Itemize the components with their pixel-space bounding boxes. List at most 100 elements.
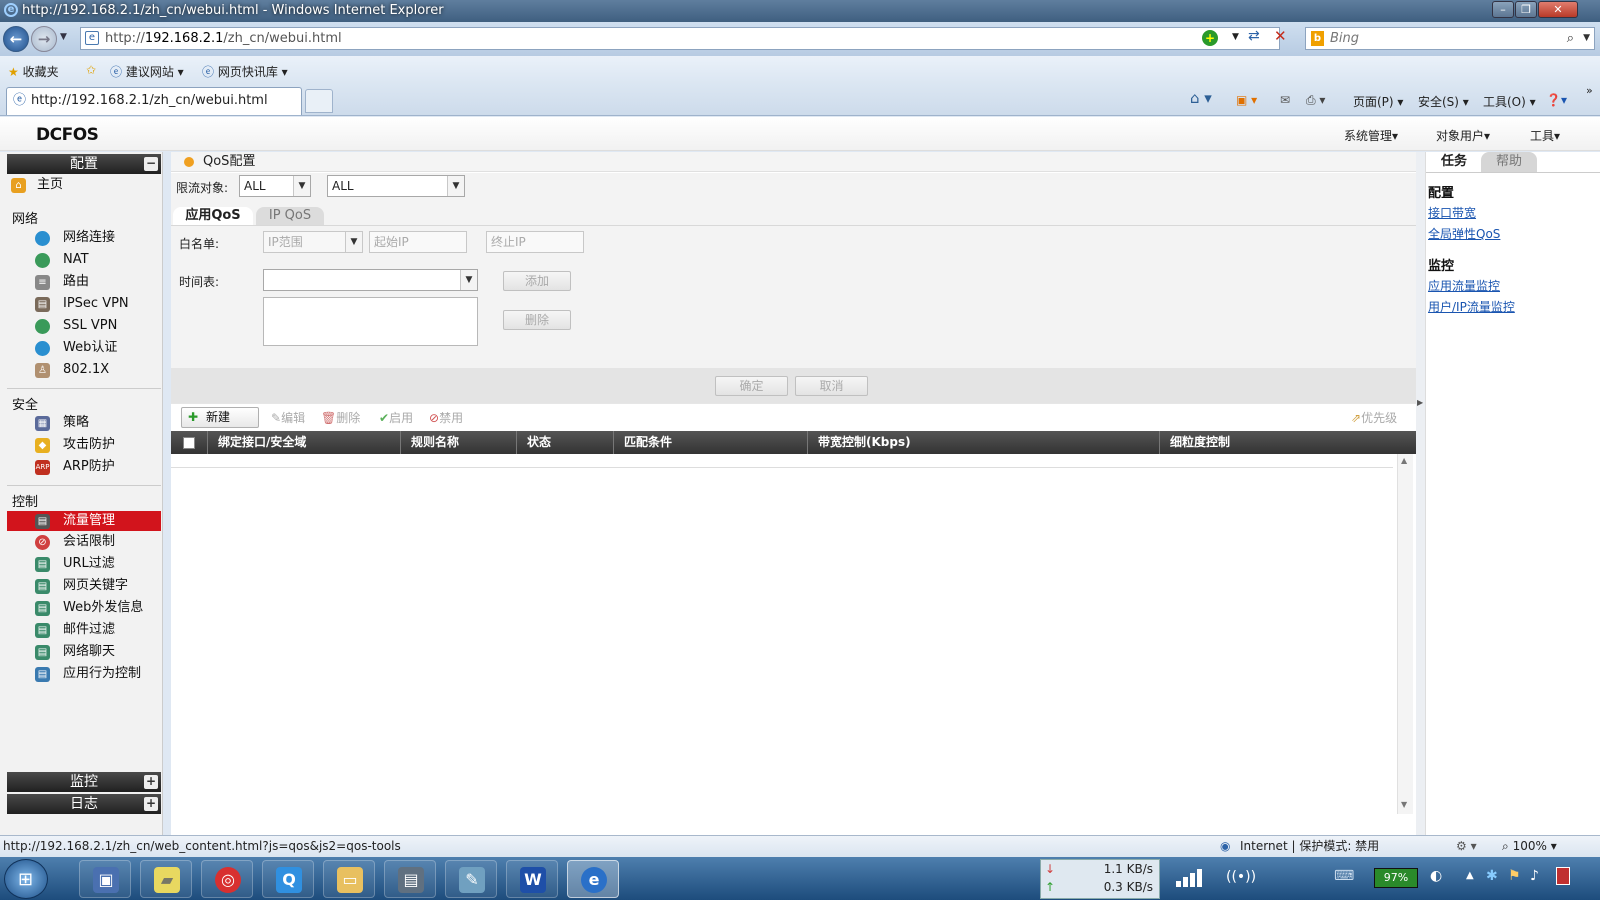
end-ip-input[interactable]: 终止IP xyxy=(486,231,584,253)
back-icon[interactable]: ← xyxy=(3,26,29,52)
print-icon[interactable]: ⎙ ▾ xyxy=(1306,93,1325,108)
expand-icon[interactable]: + xyxy=(144,775,158,789)
mail-icon[interactable]: ✉ xyxy=(1280,93,1290,107)
splitter-arrow-icon[interactable]: ▶ xyxy=(1417,398,1423,407)
web-slice-gallery-button[interactable]: ⓔ 网页快讯库 ▾ xyxy=(202,63,288,80)
search-icon[interactable]: ⌕ xyxy=(1567,28,1574,49)
object-user-menu[interactable]: 对象用户▾ xyxy=(1436,127,1490,144)
sidebar-item-ipsec-vpn[interactable]: ▤ IPSec VPN xyxy=(7,294,161,314)
help-icon[interactable]: ❓▾ xyxy=(1546,93,1567,107)
priority-button[interactable]: ⇗优先级 xyxy=(1351,409,1397,428)
disable-button[interactable]: ⊘禁用 xyxy=(429,409,463,428)
address-dropdown-icon[interactable]: ▼ xyxy=(1232,32,1239,42)
battery-indicator[interactable]: 97% xyxy=(1374,868,1418,888)
wireless-icon[interactable]: ((•)) xyxy=(1226,869,1256,885)
popup-blocker-icon[interactable]: ⚙ ▾ xyxy=(1456,836,1477,856)
sidebar-item-ssl-vpn[interactable]: SSL VPN xyxy=(7,316,161,336)
whitelist-type-select[interactable]: IP范围 ▼ xyxy=(263,231,363,253)
sidebar-item-mail-filter[interactable]: ▤ 邮件过滤 xyxy=(7,620,161,640)
link-user-ip-traffic-monitor[interactable]: 用户/IP流量监控 xyxy=(1428,298,1515,315)
tools-menu[interactable]: 工具(O) ▾ xyxy=(1483,93,1536,110)
sidebar-item-8021x[interactable]: ♙ 802.1X xyxy=(7,360,161,380)
minimize-icon[interactable]: – xyxy=(1492,1,1514,18)
signal-strength-icon[interactable] xyxy=(1172,867,1216,889)
enable-button[interactable]: ✔启用 xyxy=(379,409,413,428)
link-interface-bandwidth[interactable]: 接口带宽 xyxy=(1428,204,1476,221)
maximize-icon[interactable]: ❐ xyxy=(1515,1,1537,18)
edit-button[interactable]: ✎编辑 xyxy=(271,409,305,428)
sidebar-item-web-keyword[interactable]: ▤ 网页关键字 xyxy=(7,576,161,596)
system-admin-menu[interactable]: 系统管理▾ xyxy=(1344,127,1398,144)
sidebar-item-nat[interactable]: NAT xyxy=(7,250,161,270)
taskbar-app-pen[interactable]: ✎ xyxy=(445,860,497,898)
tab-tasks[interactable]: 任务 xyxy=(1430,152,1478,172)
favorites-button[interactable]: ★ 收藏夹 xyxy=(8,63,59,80)
scroll-up-icon[interactable]: ▲ xyxy=(1401,456,1407,465)
start-ip-input[interactable]: 起始IP xyxy=(369,231,467,253)
panel-splitter[interactable]: ▶ xyxy=(1416,152,1425,835)
overflow-chevron-icon[interactable]: » xyxy=(1586,84,1593,97)
refresh-icon[interactable]: ⇄ xyxy=(1248,28,1260,44)
sidebar-item-traffic-management[interactable]: ▤ 流量管理 xyxy=(7,511,161,531)
search-input[interactable]: b Bing ⌕ ▼ xyxy=(1305,27,1595,50)
scroll-down-icon[interactable]: ▼ xyxy=(1401,800,1407,809)
monitor-section-header[interactable]: 监控 + xyxy=(7,772,161,792)
sidebar-item-app-behavior[interactable]: ▤ 应用行为控制 xyxy=(7,664,161,684)
col-match[interactable]: 匹配条件 xyxy=(614,431,808,454)
expand-icon[interactable]: + xyxy=(144,797,158,811)
delete-schedule-button[interactable]: 删除 xyxy=(503,310,571,330)
col-bandwidth[interactable]: 带宽控制(Kbps) xyxy=(808,431,1160,454)
col-interface[interactable]: 绑定接口/安全域 xyxy=(208,431,401,454)
volume-icon[interactable]: ♪ xyxy=(1530,868,1539,884)
address-bar[interactable]: e http://192.168.2.1/zh_cn/webui.html xyxy=(80,27,1280,50)
action-center-icon[interactable]: ⚑ xyxy=(1508,868,1521,884)
tab-ip-qos[interactable]: IP QoS xyxy=(256,207,324,225)
page-menu[interactable]: 页面(P) ▾ xyxy=(1353,93,1403,110)
schedule-select[interactable]: ▼ xyxy=(263,269,478,291)
compat-view-icon[interactable]: + xyxy=(1202,30,1218,46)
tools-app-menu[interactable]: 工具▾ xyxy=(1530,127,1560,144)
keyboard-icon[interactable]: ⌨ xyxy=(1334,868,1354,884)
tab-app-qos[interactable]: 应用QoS xyxy=(173,207,253,225)
col-status[interactable]: 状态 xyxy=(517,431,614,454)
search-dropdown-icon[interactable]: ▼ xyxy=(1583,28,1590,49)
zoom-control[interactable]: ⌕ 100% ▾ xyxy=(1502,836,1557,856)
sidebar-item-network-connection[interactable]: 网络连接 xyxy=(7,228,161,248)
history-dropdown-icon[interactable]: ▼ xyxy=(60,32,67,42)
power-tray-icon[interactable] xyxy=(1556,867,1570,885)
sidebar-item-arp-protection[interactable]: ARP ARP防护 xyxy=(7,457,161,477)
limit-object-select-2[interactable]: ALL ▼ xyxy=(327,175,465,197)
limit-object-select-1[interactable]: ALL ▼ xyxy=(239,175,311,197)
taskbar-app-word[interactable]: W xyxy=(506,860,558,898)
show-hidden-icons-icon[interactable]: ▲ xyxy=(1466,870,1474,881)
add-favorite-icon[interactable]: ✩ xyxy=(86,63,96,77)
taskbar-app-control[interactable]: ▤ xyxy=(384,860,436,898)
close-window-icon[interactable]: ✕ xyxy=(1538,1,1578,18)
start-button[interactable]: ⊞ xyxy=(4,859,48,899)
taskbar-app-explorer[interactable]: ▭ xyxy=(323,860,375,898)
sidebar-item-web-auth[interactable]: Web认证 xyxy=(7,338,161,358)
taskbar-app-sticky[interactable]: ▰ xyxy=(140,860,192,898)
sidebar-item-session-limit[interactable]: ⊘ 会话限制 xyxy=(7,532,161,552)
sidebar-item-route[interactable]: ≡ 路由 xyxy=(7,272,161,292)
home-icon[interactable]: ⌂ ▾ xyxy=(1190,89,1212,107)
table-scrollbar[interactable]: ▲ ▼ xyxy=(1397,454,1413,814)
schedule-list[interactable] xyxy=(263,297,478,346)
suggested-sites-button[interactable]: ⓔ 建议网站 ▾ xyxy=(110,63,184,80)
new-tab-button[interactable] xyxy=(305,89,333,113)
taskbar-app-ie[interactable]: e xyxy=(567,860,619,898)
config-section-header[interactable]: 配置 − xyxy=(7,154,161,174)
select-all-checkbox[interactable] xyxy=(183,437,195,449)
col-fine-control[interactable]: 细粒度控制 xyxy=(1160,431,1416,454)
link-global-elastic-qos[interactable]: 全局弹性QoS xyxy=(1428,225,1500,242)
sidebar-item-home[interactable]: ⌂ 主页 xyxy=(7,175,161,195)
collapse-icon[interactable]: − xyxy=(144,157,158,171)
delete-button[interactable]: 🗑删除 xyxy=(321,409,360,428)
log-section-header[interactable]: 日志 + xyxy=(7,794,161,814)
feeds-icon[interactable]: ▣ ▾ xyxy=(1236,93,1257,107)
new-rule-button[interactable]: ✚ 新建 xyxy=(181,407,259,428)
col-rule-name[interactable]: 规则名称 xyxy=(401,431,517,454)
sidebar-item-web-outbound[interactable]: ▤ Web外发信息 xyxy=(7,598,161,618)
safety-menu[interactable]: 安全(S) ▾ xyxy=(1418,93,1469,110)
taskbar-app-network[interactable]: ▣ xyxy=(79,860,131,898)
